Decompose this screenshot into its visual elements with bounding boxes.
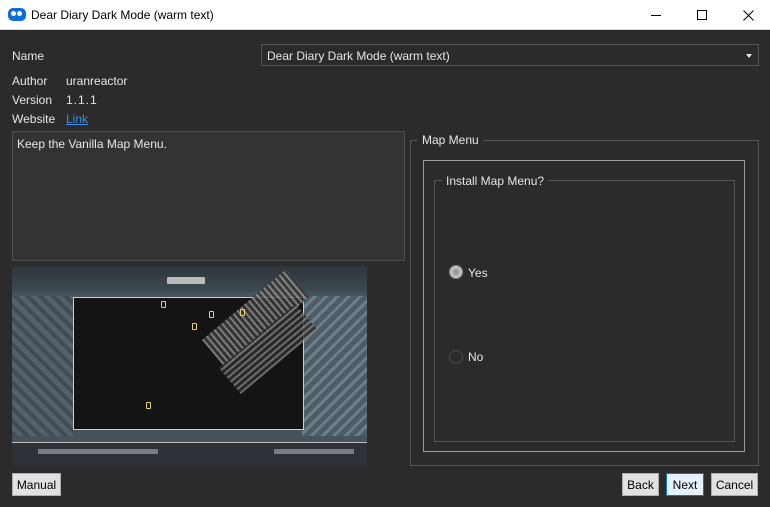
map-menu-group-title: Map Menu [418, 133, 483, 147]
chevron-down-icon [746, 54, 752, 58]
maximize-icon [697, 10, 707, 20]
manual-button[interactable]: Manual [12, 473, 61, 496]
close-button[interactable] [725, 0, 770, 30]
name-dropdown[interactable]: Dear Diary Dark Mode (warm text) [261, 44, 759, 66]
map-marker-icon [209, 311, 214, 318]
install-map-menu-title: Install Map Menu? [442, 174, 549, 188]
window-title: Dear Diary Dark Mode (warm text) [31, 8, 214, 22]
map-marker-icon [240, 309, 245, 316]
map-title-graphic [167, 277, 205, 284]
map-terrain [302, 296, 367, 436]
app-logo-icon [8, 8, 26, 21]
map-marker-icon [192, 323, 197, 330]
next-button[interactable]: Next [666, 473, 704, 496]
minimize-button[interactable] [633, 0, 679, 30]
map-frame [73, 269, 318, 430]
description-text: Keep the Vanilla Map Menu. [17, 137, 167, 151]
map-terrain [12, 296, 73, 436]
radio-yes[interactable] [449, 265, 463, 279]
radio-yes-label[interactable]: Yes [468, 266, 488, 280]
minimize-icon [651, 14, 661, 16]
radio-no-label[interactable]: No [468, 350, 483, 364]
preview-image [12, 266, 367, 465]
version-label: Version [12, 93, 53, 107]
title-bar: Dear Diary Dark Mode (warm text) [0, 0, 770, 30]
back-button[interactable]: Back [622, 473, 659, 496]
website-label: Website [12, 112, 56, 126]
author-value: uranreactor [66, 74, 128, 88]
map-hint-graphic [38, 449, 158, 454]
version-value: 1.1.1 [66, 93, 98, 107]
description-box: Keep the Vanilla Map Menu. [12, 131, 405, 261]
close-icon [742, 9, 754, 21]
radio-no[interactable] [449, 350, 463, 364]
map-marker-icon [161, 301, 166, 308]
name-label: Name [12, 49, 45, 63]
install-map-menu-group [434, 180, 735, 442]
map-marker-icon [146, 402, 151, 409]
map-hint-graphic [274, 449, 354, 454]
maximize-button[interactable] [679, 0, 725, 30]
cancel-button[interactable]: Cancel [711, 473, 758, 496]
name-dropdown-value: Dear Diary Dark Mode (warm text) [267, 49, 450, 63]
website-link[interactable]: Link [66, 112, 88, 126]
author-label: Author [12, 74, 48, 88]
map-divider [12, 442, 367, 443]
